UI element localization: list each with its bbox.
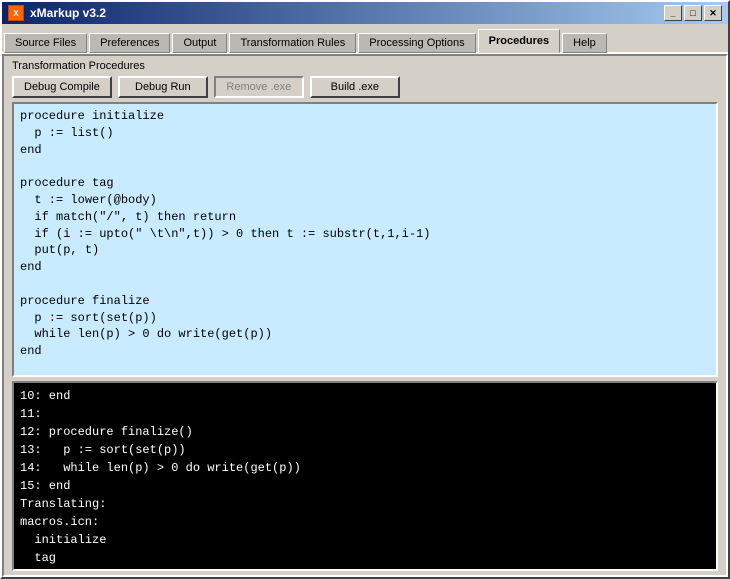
- tab-source-files[interactable]: Source Files: [4, 33, 87, 53]
- code-editor[interactable]: procedure initialize p := list() end pro…: [12, 102, 718, 377]
- window-title: xMarkup v3.2: [30, 6, 106, 20]
- minimize-button[interactable]: _: [664, 5, 682, 21]
- main-window: X xMarkup v3.2 _ □ ✕ Source Files Prefer…: [0, 0, 730, 579]
- main-content-area: Transformation Procedures Debug Compile …: [2, 54, 728, 577]
- tab-preferences[interactable]: Preferences: [89, 33, 170, 53]
- titlebar: X xMarkup v3.2 _ □ ✕: [2, 2, 728, 24]
- tab-transformation-rules[interactable]: Transformation Rules: [229, 33, 356, 53]
- section-label: Transformation Procedures: [4, 56, 726, 74]
- console-output[interactable]: 10: end 11: 12: procedure finalize() 13:…: [12, 381, 718, 571]
- titlebar-left: X xMarkup v3.2: [8, 5, 106, 21]
- tab-output[interactable]: Output: [172, 33, 227, 53]
- code-content: procedure initialize p := list() end pro…: [20, 108, 710, 360]
- remove-exe-button[interactable]: Remove .exe: [214, 76, 304, 98]
- close-button[interactable]: ✕: [704, 5, 722, 21]
- tab-bar: Source Files Preferences Output Transfor…: [2, 24, 728, 54]
- procedures-toolbar: Debug Compile Debug Run Remove .exe Buil…: [4, 74, 726, 102]
- app-icon: X: [8, 5, 24, 21]
- debug-compile-button[interactable]: Debug Compile: [12, 76, 112, 98]
- debug-run-button[interactable]: Debug Run: [118, 76, 208, 98]
- tab-processing-options[interactable]: Processing Options: [358, 33, 475, 53]
- tab-help[interactable]: Help: [562, 33, 607, 53]
- console-content: 10: end 11: 12: procedure finalize() 13:…: [20, 387, 710, 571]
- build-exe-button[interactable]: Build .exe: [310, 76, 400, 98]
- maximize-button[interactable]: □: [684, 5, 702, 21]
- titlebar-controls: _ □ ✕: [664, 5, 722, 21]
- tab-procedures[interactable]: Procedures: [478, 29, 561, 53]
